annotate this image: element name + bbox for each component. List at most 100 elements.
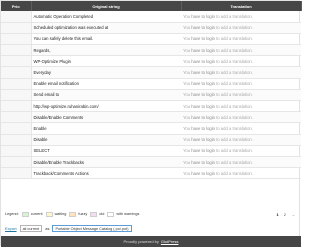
translation-prefix: You xyxy=(183,25,192,31)
export-filter-select[interactable]: all current xyxy=(19,224,43,232)
table-row[interactable]: You can safely delete this email. You hav… xyxy=(1,33,301,46)
footer: Proudly powered by GlotPress xyxy=(1,236,301,247)
glotpress-link[interactable]: GlotPress xyxy=(161,239,179,244)
translation-cell: You have to login to add a translation. xyxy=(181,33,301,46)
translation-cell: You have to login to add a translation. xyxy=(181,122,301,135)
header-translation: Translation xyxy=(181,1,302,11)
translation-prefix: You xyxy=(183,137,192,143)
table-row[interactable]: Trackback/Comments Actions You have to lo… xyxy=(1,167,301,180)
strings-table: Prio Original string Translation Automat… xyxy=(1,1,302,180)
login-link[interactable]: have to login xyxy=(191,171,215,176)
translation-suffix: to add a translation. xyxy=(214,13,253,19)
login-link[interactable]: have to login xyxy=(191,137,215,142)
prio-cell xyxy=(1,44,32,57)
header-original-string: Original string xyxy=(31,1,182,11)
translation-suffix: to add a translation. xyxy=(214,125,253,131)
translation-suffix: to add a translation. xyxy=(214,25,253,31)
translation-prefix: You xyxy=(183,81,192,87)
login-link[interactable]: have to login xyxy=(191,70,215,75)
original-string-cell: WP-Optimize Plugin xyxy=(31,55,181,68)
original-string-cell: Trackback/Comments Actions xyxy=(31,167,181,180)
translation-cell: You have to login to add a translation. xyxy=(181,11,301,23)
login-link[interactable]: have to login xyxy=(191,81,215,86)
translation-suffix: to add a translation. xyxy=(214,81,253,87)
translation-page: Prio Original string Translation Automat… xyxy=(0,0,302,247)
translation-prefix: You xyxy=(183,103,192,109)
page-2-link[interactable]: 2 xyxy=(284,212,286,217)
login-link[interactable]: have to login xyxy=(191,36,215,41)
prio-cell xyxy=(1,66,32,79)
original-string-cell: Disable/Enable Comments xyxy=(31,111,181,124)
translation-prefix: You xyxy=(183,47,192,53)
login-link[interactable]: have to login xyxy=(191,148,215,153)
translation-cell: You have to login to add a translation. xyxy=(181,55,301,68)
prio-cell xyxy=(1,167,32,180)
login-link[interactable]: have to login xyxy=(191,115,215,120)
table-row[interactable]: Everyday You have to login to add a trans… xyxy=(1,66,301,79)
translation-suffix: to add a translation. xyxy=(214,114,253,120)
prio-cell xyxy=(1,33,32,46)
original-string-cell: http://wp-optimize.ruhanirabin.com/ xyxy=(31,100,181,113)
legend-swatch xyxy=(90,211,98,217)
next-page-arrow[interactable]: → xyxy=(291,212,295,217)
translation-prefix: You xyxy=(183,148,192,154)
legend-item-label: with warnings xyxy=(116,212,140,216)
footer-text: Proudly powered by xyxy=(123,239,159,244)
export-as-label: as xyxy=(45,225,50,231)
table-row[interactable]: Enable email notification You have to log… xyxy=(1,78,301,90)
translation-suffix: to add a translation. xyxy=(214,58,253,64)
table-row[interactable]: Automatic Operation Completed You have to… xyxy=(1,11,301,23)
login-link[interactable]: have to login xyxy=(191,14,215,19)
page-current: 1 xyxy=(276,211,279,217)
translation-prefix: You xyxy=(183,70,192,76)
login-link[interactable]: have to login xyxy=(191,126,215,131)
export-link[interactable]: Export xyxy=(5,226,17,231)
table-row[interactable]: Scheduled optimization was executed at Yo… xyxy=(1,22,301,34)
prio-cell xyxy=(1,111,32,124)
translation-cell: You have to login to add a translation. xyxy=(181,44,301,57)
original-string-cell: SELECT xyxy=(31,145,181,157)
table-row[interactable]: Send email to You have to login to add a … xyxy=(1,89,301,102)
translation-cell: You have to login to add a translation. xyxy=(181,167,301,180)
prio-cell xyxy=(1,89,32,102)
original-string-cell: Enable email notification xyxy=(31,78,181,90)
login-link[interactable]: have to login xyxy=(191,92,215,97)
prio-cell xyxy=(1,55,32,68)
table-row[interactable]: SELECT You have to login to add a transla… xyxy=(1,145,301,157)
translation-suffix: to add a translation. xyxy=(214,70,253,76)
legend-item-label: current xyxy=(30,212,43,216)
export-bar: Export all current as Portable Object Me… xyxy=(5,224,135,232)
table-row[interactable]: Disable You have to login to add a transl… xyxy=(1,134,301,146)
original-string-cell: Scheduled optimization was executed at xyxy=(31,22,181,34)
header-prio: Prio xyxy=(1,1,32,11)
translation-suffix: to add a translation. xyxy=(214,92,253,98)
login-link[interactable]: have to login xyxy=(191,104,215,109)
translation-prefix: You xyxy=(183,58,192,64)
table-row[interactable]: http://wp-optimize.ruhanirabin.com/You h… xyxy=(1,100,301,113)
translation-cell: You have to login to add a translation. xyxy=(181,156,301,169)
table-row[interactable]: Disable/Enable Trackbacks You have to log… xyxy=(1,156,301,169)
prio-cell xyxy=(1,22,32,34)
prio-cell xyxy=(1,11,32,23)
translation-prefix: You xyxy=(183,36,192,42)
login-link[interactable]: have to login xyxy=(191,160,215,165)
login-link[interactable]: have to login xyxy=(191,59,215,64)
table-row[interactable]: Regards, You have to login to add a trans… xyxy=(1,44,301,57)
legend-swatch xyxy=(107,211,115,217)
prio-cell xyxy=(1,156,32,169)
translation-prefix: You xyxy=(183,114,192,120)
legend-swatch xyxy=(69,211,77,217)
translation-suffix: to add a translation. xyxy=(214,148,253,154)
translation-prefix: You xyxy=(183,159,192,165)
table-row[interactable]: Enable You have to login to add a transla… xyxy=(1,122,301,135)
login-link[interactable]: have to login xyxy=(191,48,215,53)
translation-cell: You have to login to add a translation. xyxy=(181,78,301,90)
table-row[interactable]: WP-Optimize Plugin You have to login to a… xyxy=(1,55,301,68)
translation-suffix: to add a translation. xyxy=(214,36,253,42)
export-format-select[interactable]: Portable Object Message Catalog (.po/.po… xyxy=(52,224,132,232)
prio-cell xyxy=(1,134,32,146)
table-row[interactable]: Disable/Enable Comments You have to login… xyxy=(1,111,301,124)
translation-prefix: You xyxy=(183,92,192,98)
login-link[interactable]: have to login xyxy=(191,25,215,30)
translation-prefix: You xyxy=(183,13,192,19)
